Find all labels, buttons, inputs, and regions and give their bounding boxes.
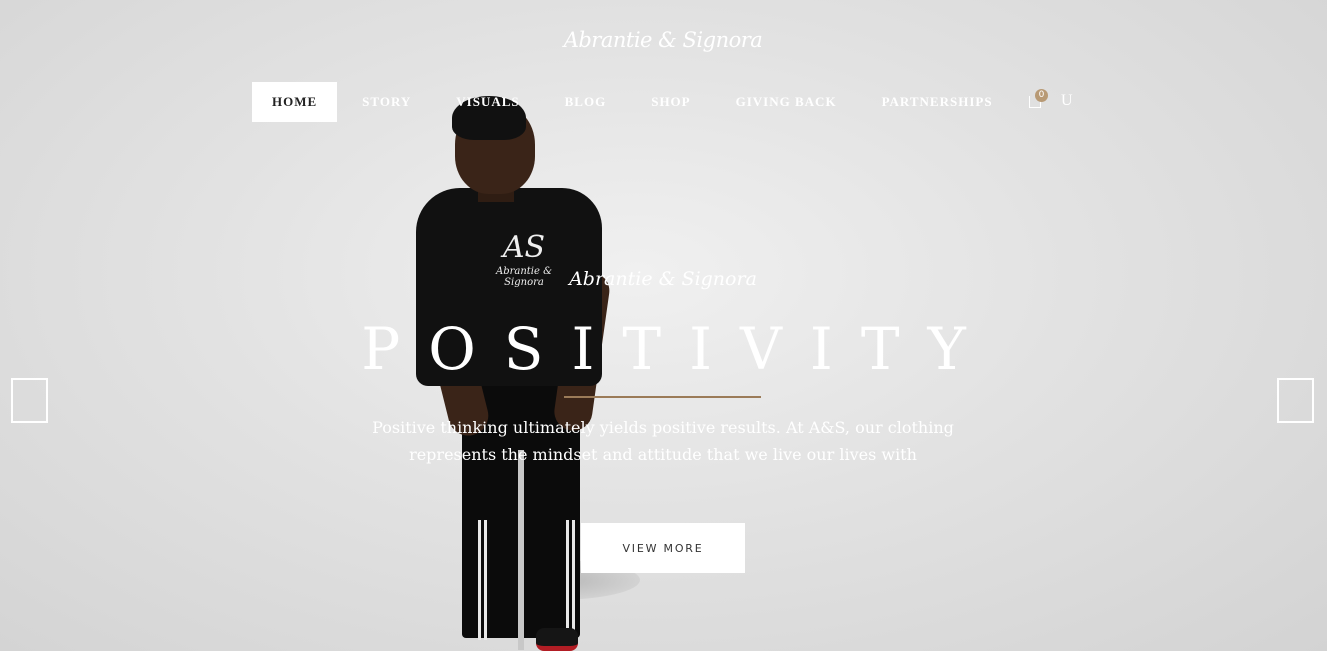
- hero-title: POSITIVITY: [361, 315, 994, 383]
- prev-arrow-icon[interactable]: [11, 378, 48, 423]
- tshirt-logo-text: Abrantie & Signora: [495, 266, 553, 288]
- next-arrow-icon[interactable]: [1277, 378, 1314, 423]
- nav-item-giving-back[interactable]: GIVING BACK: [716, 82, 857, 122]
- hero-divider: [564, 396, 761, 398]
- nav-item-shop[interactable]: SHOP: [631, 82, 710, 122]
- nav-item-story[interactable]: STORY: [342, 82, 431, 122]
- user-icon[interactable]: U: [1061, 92, 1073, 110]
- model-neck: [478, 178, 514, 202]
- hero-description-line: represents the mindset and attitude that…: [409, 445, 917, 464]
- nav-item-partnerships[interactable]: PARTNERSHIPS: [862, 82, 1013, 122]
- site-logo[interactable]: Abrantie & Signora: [560, 28, 766, 52]
- nav-item-visuals[interactable]: VISUALS: [436, 82, 539, 122]
- tshirt-logo: AS Abrantie & Signora: [484, 230, 564, 288]
- nav-item-home[interactable]: HOME: [252, 82, 338, 122]
- hero-subtitle: Abrantie & Signora: [569, 268, 757, 290]
- cart-button[interactable]: 0: [1029, 89, 1049, 112]
- pants-stripe: [572, 520, 575, 640]
- nav-item-blog[interactable]: BLOG: [545, 82, 627, 122]
- hero-description-line: Positive thinking ultimately yields posi…: [372, 418, 954, 437]
- cart-count-badge: 0: [1035, 89, 1048, 102]
- model-shoe: [536, 628, 578, 651]
- pants-stripe: [566, 520, 569, 640]
- view-more-button[interactable]: VIEW MORE: [581, 523, 745, 573]
- main-nav: HOME STORY VISUALS BLOG SHOP GIVING BACK…: [252, 82, 1018, 122]
- hero-description: Positive thinking ultimately yields posi…: [343, 414, 983, 468]
- leg-gap: [518, 450, 524, 650]
- pants-stripe: [478, 520, 481, 640]
- pants-stripe: [484, 520, 487, 640]
- tshirt-logo-monogram: AS: [502, 230, 546, 265]
